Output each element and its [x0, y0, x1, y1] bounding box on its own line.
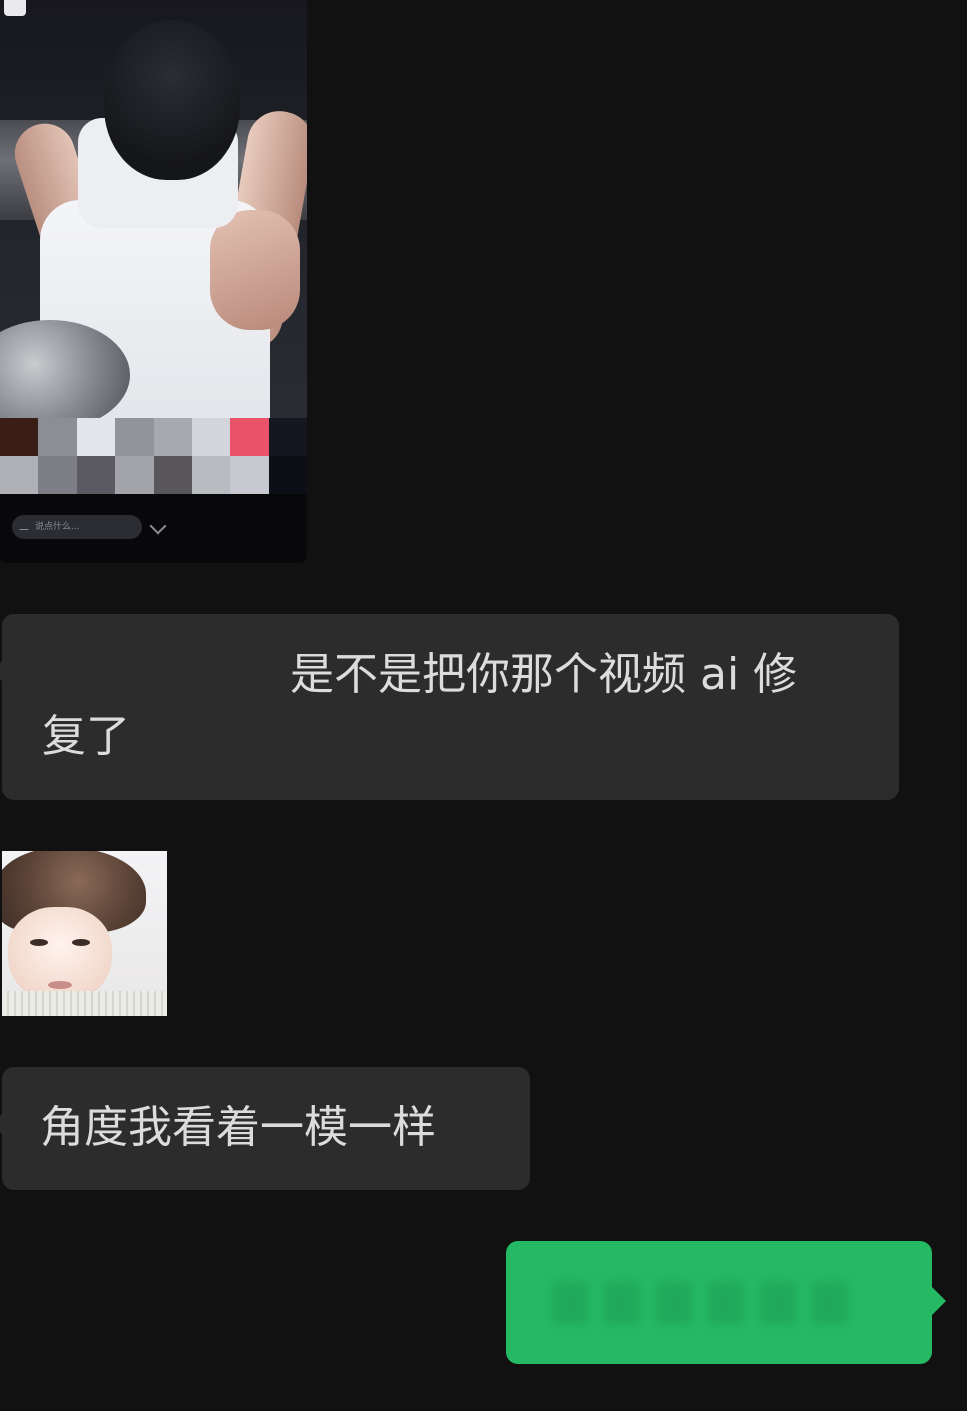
mosaic-cell	[38, 456, 77, 494]
mosaic-cell	[115, 456, 154, 494]
mosaic-cell	[76, 418, 116, 456]
video-person-shoulder	[210, 210, 300, 330]
message-text-line1: 是不是把你那个视频 ai 修	[290, 649, 798, 700]
redacted-text-area	[42, 679, 290, 689]
mosaic-cell	[153, 456, 192, 494]
message-text: 角度我看着一模一样	[40, 1102, 436, 1153]
video-screenshot-image[interactable]: 说点什么...	[0, 0, 307, 563]
pixelated-mosaic	[0, 418, 307, 494]
mosaic-cell	[38, 418, 77, 456]
portrait-lips	[48, 981, 72, 989]
comment-input-pill: 说点什么...	[12, 515, 142, 539]
portrait-left-eye	[30, 939, 48, 946]
mosaic-cell	[76, 456, 116, 494]
sent-message-bubble[interactable]	[506, 1241, 946, 1364]
portrait-right-eye	[72, 939, 90, 946]
mosaic-cell	[191, 418, 231, 456]
mosaic-cell	[268, 456, 307, 494]
mosaic-cell	[230, 456, 269, 494]
comment-placeholder: 说点什么...	[35, 522, 80, 532]
mosaic-cell	[115, 418, 154, 456]
message-text-line2: 复了	[42, 711, 130, 762]
mosaic-cell	[153, 418, 192, 456]
video-person-head	[104, 20, 240, 180]
mosaic-cell	[0, 456, 39, 494]
mosaic-cell	[0, 418, 39, 456]
mosaic-cell	[191, 456, 231, 494]
portrait-image[interactable]	[2, 851, 167, 1016]
received-message-bubble[interactable]: 是不是把你那个视频 ai 修 复了	[0, 614, 899, 800]
mosaic-cell	[230, 418, 269, 456]
blurred-message-text	[552, 1275, 886, 1331]
mosaic-cell	[268, 418, 307, 456]
received-message-bubble[interactable]: 角度我看着一模一样	[0, 1067, 530, 1190]
video-corner-badge	[4, 0, 26, 16]
pen-icon	[19, 520, 34, 530]
portrait-sweater	[2, 991, 167, 1016]
